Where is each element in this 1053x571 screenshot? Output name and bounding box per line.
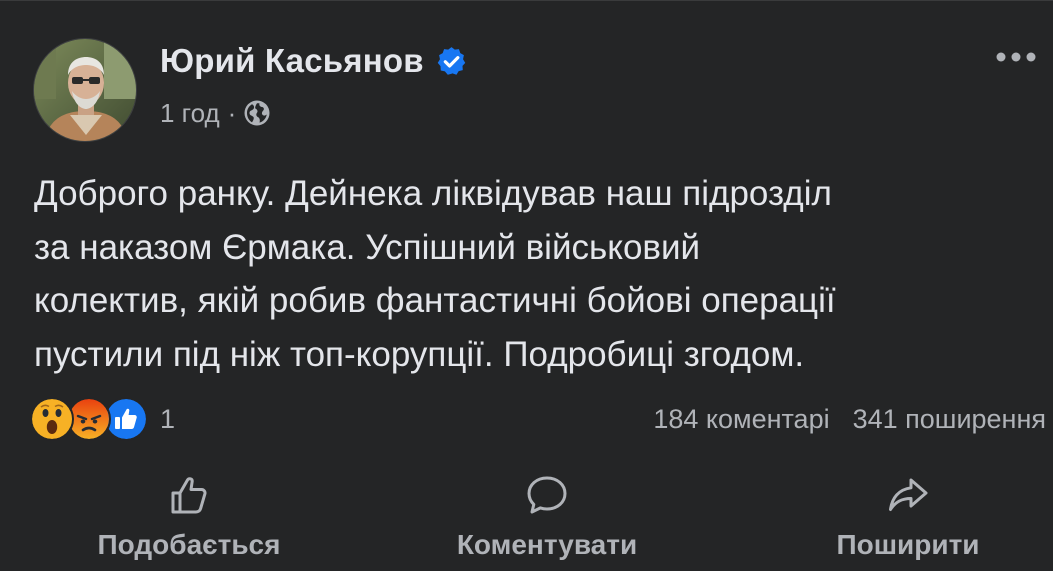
reactions-summary[interactable]: 1 — [30, 397, 175, 441]
post-meta: 1 год · — [160, 95, 272, 131]
share-button-label: Поширити — [836, 529, 980, 560]
post-body-text: Доброго ранку. Дейнека ліквідував наш пі… — [34, 174, 836, 374]
post-card: Юрий Касьянов 1 год · Доброго ранку. Дей… — [0, 0, 1053, 571]
post-stats: 184 коментарі 341 поширення — [653, 399, 1046, 439]
globe-icon[interactable] — [242, 98, 272, 128]
author-avatar[interactable] — [33, 38, 137, 142]
comment-button[interactable]: Коментувати — [441, 471, 653, 561]
meta-separator: · — [227, 98, 237, 128]
thumbs-up-icon — [165, 471, 213, 519]
comment-bubble-icon — [523, 471, 571, 519]
comment-button-label: Коментувати — [456, 529, 638, 560]
shares-count[interactable]: 341 поширення — [853, 399, 1046, 439]
verified-badge-icon — [435, 45, 468, 78]
wow-icon — [30, 397, 74, 441]
share-arrow-icon — [884, 471, 932, 519]
avatar-image — [34, 39, 136, 141]
author-header[interactable]: Юрий Касьянов — [160, 41, 468, 81]
post-actions-bar: Подобається Коментувати Поширити — [0, 471, 1053, 571]
more-options-icon[interactable] — [993, 45, 1039, 69]
share-button[interactable]: Поширити — [826, 471, 990, 561]
reaction-count[interactable]: 1 — [160, 404, 175, 435]
like-button[interactable]: Подобається — [86, 471, 292, 561]
like-button-label: Подобається — [97, 529, 281, 560]
post-time[interactable]: 1 год — [160, 95, 220, 131]
author-name[interactable]: Юрий Касьянов — [160, 41, 424, 81]
comments-count[interactable]: 184 коментарі — [653, 399, 829, 439]
